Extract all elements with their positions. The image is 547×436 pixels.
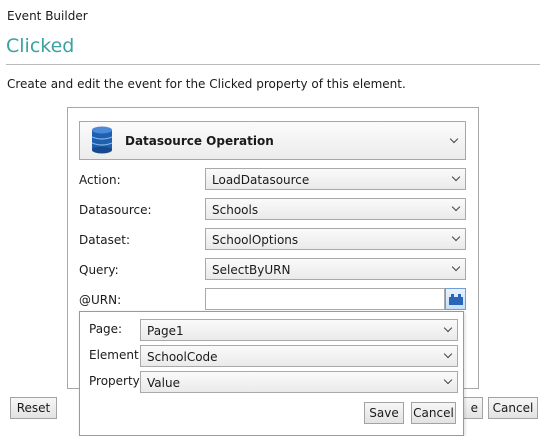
- event-description: Create and edit the event for the Clicke…: [7, 77, 406, 91]
- event-name-heading: Clicked: [6, 35, 75, 57]
- query-select[interactable]: SelectByURN: [205, 258, 466, 280]
- popup-cancel-button[interactable]: Cancel: [411, 402, 456, 424]
- datasource-select[interactable]: Schools: [205, 198, 466, 220]
- property-value: Value: [147, 376, 180, 390]
- reset-button[interactable]: Reset: [10, 397, 57, 419]
- app-title: Event Builder: [7, 9, 88, 23]
- dataset-label: Dataset:: [79, 233, 131, 247]
- binding-picker-icon: [449, 294, 463, 305]
- binding-picker-button[interactable]: [445, 288, 466, 310]
- query-value: SelectByURN: [212, 263, 291, 277]
- element-label: Element:: [89, 348, 143, 362]
- page-value: Page1: [147, 324, 184, 338]
- cancel-button[interactable]: Cancel: [488, 397, 538, 419]
- title-divider: [6, 64, 540, 65]
- property-label: Property:: [89, 374, 143, 388]
- property-select[interactable]: Value: [140, 371, 458, 393]
- chevron-down-icon: [449, 134, 459, 144]
- action-value: LoadDatasource: [212, 173, 310, 187]
- chevron-down-icon: [443, 375, 453, 385]
- query-label: Query:: [79, 263, 119, 277]
- urn-param-input[interactable]: [205, 288, 445, 310]
- datasource-value: Schools: [212, 203, 259, 217]
- action-label: Action:: [79, 173, 121, 187]
- page-select[interactable]: Page1: [140, 319, 458, 341]
- operation-select[interactable]: Datasource Operation: [79, 121, 466, 160]
- element-select[interactable]: SchoolCode: [140, 345, 458, 367]
- chevron-down-icon: [443, 323, 453, 333]
- urn-param-label: @URN:: [79, 293, 122, 307]
- dataset-select[interactable]: SchoolOptions: [205, 228, 466, 250]
- action-select[interactable]: LoadDatasource: [205, 168, 466, 190]
- dataset-value: SchoolOptions: [212, 233, 299, 247]
- chevron-down-icon: [451, 202, 461, 212]
- binding-popup: Page: Page1 Element: SchoolCode Property…: [79, 311, 464, 436]
- element-value: SchoolCode: [147, 350, 218, 364]
- chevron-down-icon: [451, 172, 461, 182]
- popup-save-button[interactable]: Save: [364, 402, 404, 424]
- chevron-down-icon: [443, 349, 453, 359]
- database-icon: [91, 126, 113, 154]
- page-label: Page:: [89, 322, 123, 336]
- chevron-down-icon: [451, 232, 461, 242]
- operation-label: Datasource Operation: [125, 134, 274, 148]
- chevron-down-icon: [451, 262, 461, 272]
- datasource-label: Datasource:: [79, 203, 152, 217]
